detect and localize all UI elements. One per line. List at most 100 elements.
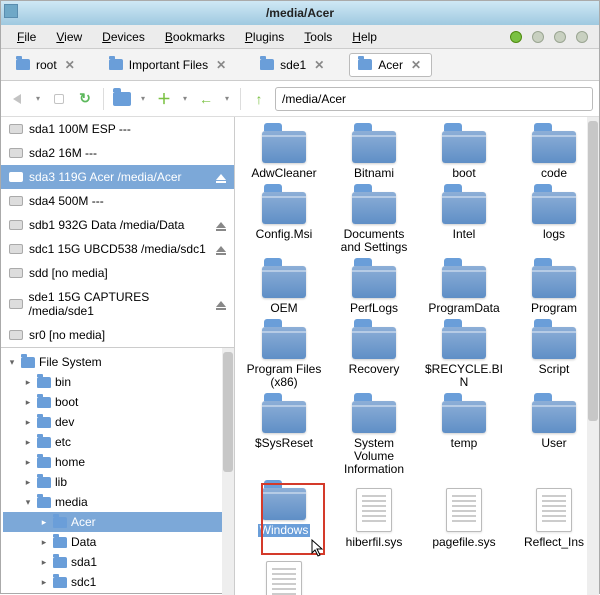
tab-close-button[interactable]: ✕ (312, 58, 326, 72)
chevron-right-icon[interactable]: ▸ (39, 517, 49, 527)
folder-item[interactable]: Config.Msi (241, 192, 327, 254)
new-button[interactable]: ＋ (154, 89, 174, 109)
back-dropdown[interactable]: ▾ (33, 94, 43, 103)
menu-file[interactable]: File (7, 26, 46, 48)
tree-row[interactable]: ▾media (3, 492, 232, 512)
menu-devices[interactable]: Devices (92, 26, 155, 48)
folder-item[interactable]: $SysReset (241, 401, 327, 476)
folder-item[interactable]: PerfLogs (331, 266, 417, 315)
chevron-right-icon[interactable]: ▸ (23, 397, 33, 407)
tab-acer[interactable]: Acer✕ (349, 53, 432, 77)
chevron-right-icon[interactable]: ▸ (23, 437, 33, 447)
tree-row[interactable]: ▸bin (3, 372, 232, 392)
tab-close-button[interactable]: ✕ (214, 58, 228, 72)
tree-row[interactable]: ▸Acer (3, 512, 232, 532)
nav-back-button[interactable]: ← (196, 89, 216, 109)
device-row[interactable]: sr0 [no media] (1, 323, 234, 347)
device-row[interactable]: sda4 500M --- (1, 189, 234, 213)
file-icon (356, 488, 392, 532)
device-row[interactable]: sde1 15G CAPTURES /media/sde1 (1, 285, 234, 323)
device-row[interactable]: sdc1 15G UBCD538 /media/sdc1 (1, 237, 234, 261)
status-dot[interactable] (576, 31, 588, 43)
menu-plugins[interactable]: Plugins (235, 26, 294, 48)
tab-root[interactable]: root✕ (7, 53, 86, 77)
menu-view[interactable]: View (46, 26, 92, 48)
folder-item[interactable]: logs (511, 192, 597, 254)
chevron-right-icon[interactable]: ▸ (23, 417, 33, 427)
file-item[interactable]: hiberfil.sys (331, 488, 417, 549)
folder-item[interactable]: Program (511, 266, 597, 315)
chevron-right-icon[interactable]: ▸ (23, 377, 33, 387)
chevron-right-icon[interactable]: ▸ (39, 537, 49, 547)
scrollbar-thumb[interactable] (223, 352, 233, 472)
chevron-down-icon[interactable]: ▾ (23, 497, 33, 507)
device-row[interactable]: sda1 100M ESP --- (1, 117, 234, 141)
folder-item[interactable]: Recovery (331, 327, 417, 389)
folder-item[interactable]: Intel (421, 192, 507, 254)
folder-item[interactable]: AdwCleaner (241, 131, 327, 180)
menu-help[interactable]: Help (342, 26, 387, 48)
folder-item[interactable]: $RECYCLE.BIN (421, 327, 507, 389)
folder-item[interactable]: temp (421, 401, 507, 476)
file-item[interactable]: pagefile.sys (421, 488, 507, 549)
tree-row[interactable]: ▸dev (3, 412, 232, 432)
tree-row[interactable]: ▸lib (3, 472, 232, 492)
folder-item[interactable]: User (511, 401, 597, 476)
main-scrollbar[interactable] (587, 117, 599, 595)
chevron-right-icon[interactable]: ▸ (39, 577, 49, 587)
menu-tools[interactable]: Tools (294, 26, 342, 48)
folder-item[interactable]: Windows (241, 488, 327, 549)
folder-item[interactable]: System Volume Information (331, 401, 417, 476)
folder-item[interactable]: boot (421, 131, 507, 180)
folder-item[interactable]: Script (511, 327, 597, 389)
tree-row[interactable]: ▸Data (3, 532, 232, 552)
device-row[interactable]: sda2 16M --- (1, 141, 234, 165)
tree-row[interactable]: ▾File System (3, 352, 232, 372)
eject-button[interactable] (49, 89, 69, 109)
status-dot[interactable] (532, 31, 544, 43)
item-label: pagefile.sys (432, 536, 495, 549)
folder-item[interactable]: OEM (241, 266, 327, 315)
folder-item[interactable]: Program Files (x86) (241, 327, 327, 389)
folder-item[interactable]: Documents and Settings (331, 192, 417, 254)
reload-button[interactable]: ↻ (75, 89, 95, 109)
chevron-right-icon[interactable]: ▸ (39, 557, 49, 567)
file-item[interactable]: Reflect_Ins (511, 488, 597, 549)
tree-row[interactable]: ▸home (3, 452, 232, 472)
path-input[interactable] (275, 87, 593, 111)
folder-icon (37, 377, 51, 388)
folder-item[interactable]: ProgramData (421, 266, 507, 315)
new-dropdown[interactable]: ▾ (180, 94, 190, 103)
folder-item[interactable]: code (511, 131, 597, 180)
chevron-right-icon[interactable]: ▸ (23, 477, 33, 487)
chevron-down-icon[interactable]: ▾ (7, 357, 17, 367)
tab-close-button[interactable]: ✕ (409, 58, 423, 72)
folder-item[interactable]: Bitnami (331, 131, 417, 180)
up-button[interactable]: ↑ (249, 89, 269, 109)
tab-sde1[interactable]: sde1✕ (251, 53, 335, 77)
tree-scrollbar[interactable] (222, 348, 234, 595)
folder-dropdown[interactable]: ▾ (138, 94, 148, 103)
tree-row[interactable]: ▸etc (3, 432, 232, 452)
tab-close-button[interactable]: ✕ (63, 58, 77, 72)
device-row[interactable]: sdd [no media] (1, 261, 234, 285)
device-row[interactable]: sda3 119G Acer /media/Acer (1, 165, 234, 189)
nav-back-dropdown[interactable]: ▾ (222, 94, 232, 103)
eject-icon[interactable] (216, 222, 226, 228)
file-item[interactable]: swapfile.sys (241, 561, 327, 595)
scrollbar-thumb[interactable] (588, 121, 598, 421)
chevron-right-icon[interactable]: ▸ (23, 457, 33, 467)
status-dot[interactable] (554, 31, 566, 43)
menu-bookmarks[interactable]: Bookmarks (155, 26, 235, 48)
eject-icon[interactable] (216, 301, 226, 307)
tab-important-files[interactable]: Important Files✕ (100, 53, 237, 77)
status-dot-active[interactable] (510, 31, 522, 43)
tree-row[interactable]: ▸boot (3, 392, 232, 412)
tree-row[interactable]: ▸sdc1 (3, 572, 232, 592)
open-folder-button[interactable] (112, 89, 132, 109)
tree-row[interactable]: ▸sda1 (3, 552, 232, 572)
eject-icon[interactable] (216, 246, 226, 252)
back-button[interactable] (7, 89, 27, 109)
eject-icon[interactable] (216, 174, 226, 180)
device-row[interactable]: sdb1 932G Data /media/Data (1, 213, 234, 237)
